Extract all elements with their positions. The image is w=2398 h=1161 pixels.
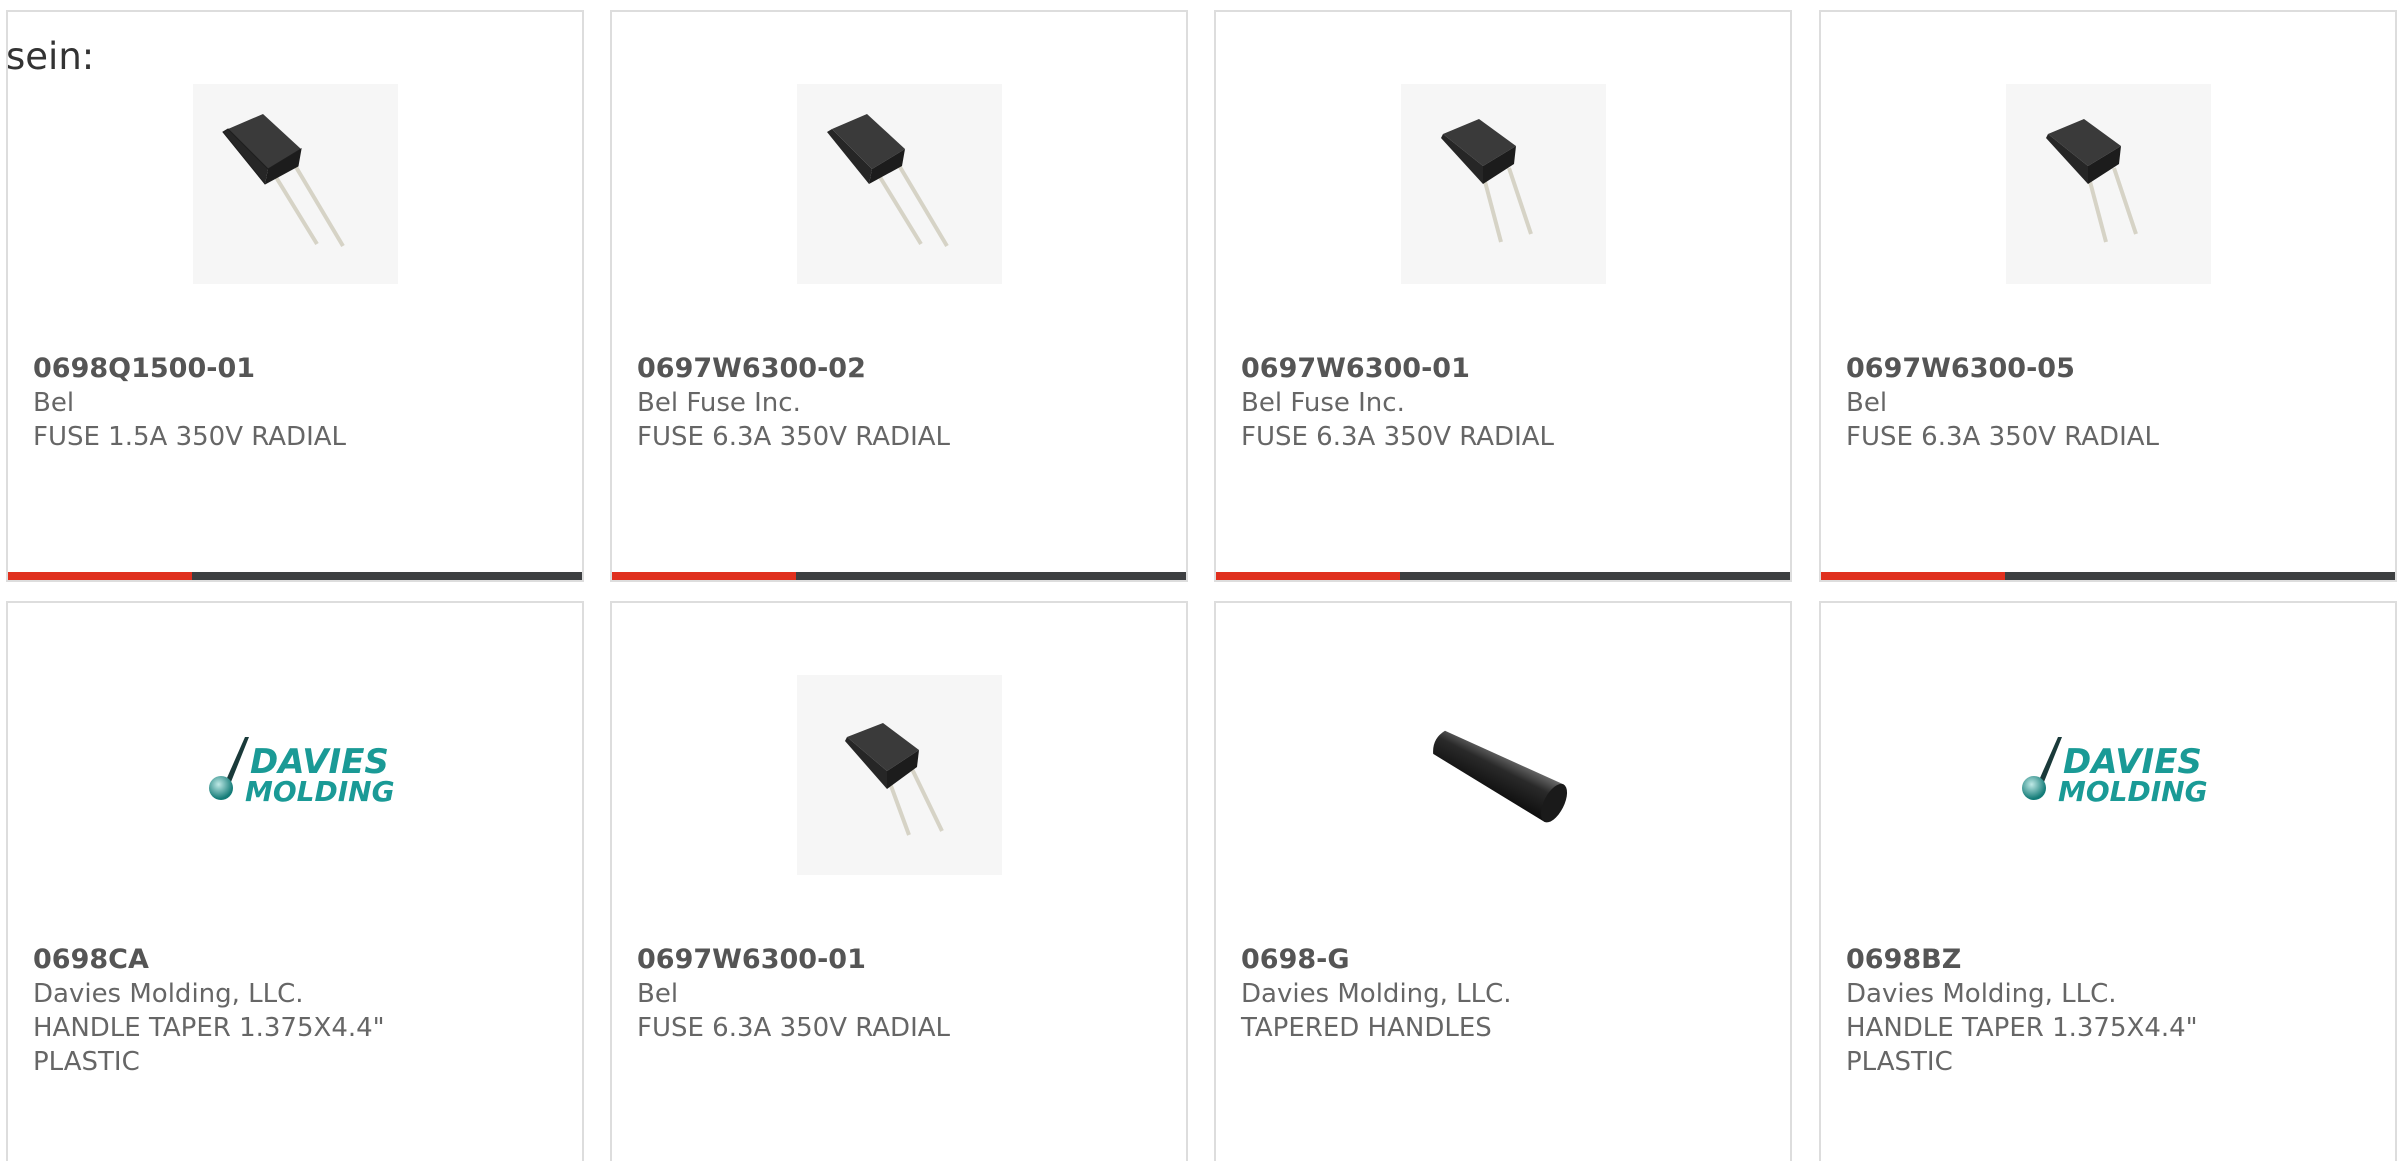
progress-bar — [1821, 572, 2395, 580]
description: FUSE 1.5A 350V RADIAL — [33, 422, 347, 452]
description-cont: PLASTIC — [1846, 1047, 1953, 1077]
intro-text: sein: — [6, 35, 95, 78]
description: FUSE 6.3A 350V RADIAL — [637, 1013, 951, 1043]
product-info: 0698-G Davies Molding, LLC. TAPERED HAND… — [1241, 943, 1770, 1045]
product-card[interactable]: 0697W6300-02 Bel Fuse Inc. FUSE 6.3A 350… — [610, 10, 1188, 582]
product-card[interactable]: DAVIES MOLDING 0698BZ Davies Molding, LL… — [1819, 601, 2397, 1161]
product-card[interactable]: 0698Q1500-01 Bel FUSE 1.5A 350V RADIAL — [6, 10, 584, 582]
fuse-image — [827, 114, 949, 248]
product-card[interactable]: 0697W6300-01 Bel Fuse Inc. FUSE 6.3A 350… — [1214, 10, 1792, 582]
product-info: 0697W6300-05 Bel FUSE 6.3A 350V RADIAL — [1846, 352, 2375, 454]
product-image[interactable] — [193, 84, 398, 284]
manufacturer: Bel — [33, 388, 75, 418]
description: TAPERED HANDLES — [1241, 1013, 1492, 1043]
product-card[interactable]: 0697W6300-05 Bel FUSE 6.3A 350V RADIAL — [1819, 10, 2397, 582]
fuse-image — [1441, 119, 1533, 243]
description: HANDLE TAPER 1.375X4.4" — [33, 1013, 385, 1043]
manufacturer: Bel Fuse Inc. — [1241, 388, 1405, 418]
product-info: 0698BZ Davies Molding, LLC. HANDLE TAPER… — [1846, 943, 2375, 1079]
progress-fill — [612, 572, 796, 580]
part-number[interactable]: 0698-G — [1241, 943, 1770, 977]
tapered-handle-image — [1433, 730, 1568, 823]
manufacturer: Davies Molding, LLC. — [33, 979, 304, 1009]
progress-fill — [1216, 572, 1400, 580]
progress-fill — [8, 572, 192, 580]
description-cont: PLASTIC — [33, 1047, 140, 1077]
manufacturer: Bel Fuse Inc. — [637, 388, 801, 418]
part-number[interactable]: 0698Q1500-01 — [33, 352, 562, 386]
part-number[interactable]: 0698BZ — [1846, 943, 2375, 977]
description: FUSE 6.3A 350V RADIAL — [1241, 422, 1555, 452]
manufacturer: Bel — [637, 979, 679, 1009]
progress-bar — [8, 572, 582, 580]
product-image[interactable]: DAVIES MOLDING — [193, 675, 398, 875]
davies-molding-logo: DAVIES MOLDING — [209, 737, 395, 808]
progress-bar — [612, 572, 1186, 580]
product-info: 0697W6300-02 Bel Fuse Inc. FUSE 6.3A 350… — [637, 352, 1166, 454]
product-info: 0697W6300-01 Bel Fuse Inc. FUSE 6.3A 350… — [1241, 352, 1770, 454]
part-number[interactable]: 0697W6300-01 — [637, 943, 1166, 977]
manufacturer: Davies Molding, LLC. — [1241, 979, 1512, 1009]
product-image[interactable] — [1401, 84, 1606, 284]
part-number[interactable]: 0697W6300-05 — [1846, 352, 2375, 386]
product-info: 0698Q1500-01 Bel FUSE 1.5A 350V RADIAL — [33, 352, 562, 454]
part-number[interactable]: 0697W6300-01 — [1241, 352, 1770, 386]
fuse-image — [222, 114, 345, 248]
logo-line2: MOLDING — [245, 775, 395, 808]
part-number[interactable]: 0697W6300-02 — [637, 352, 1166, 386]
manufacturer: Davies Molding, LLC. — [1846, 979, 2117, 1009]
product-info: 0697W6300-01 Bel FUSE 6.3A 350V RADIAL — [637, 943, 1166, 1045]
progress-bar — [1216, 572, 1790, 580]
davies-molding-logo: DAVIES MOLDING — [2022, 737, 2208, 808]
description: FUSE 6.3A 350V RADIAL — [1846, 422, 2160, 452]
manufacturer: Bel — [1846, 388, 1888, 418]
product-image[interactable] — [2006, 84, 2211, 284]
product-image[interactable] — [797, 675, 1002, 875]
logo-line2: MOLDING — [2058, 775, 2208, 808]
product-info: 0698CA Davies Molding, LLC. HANDLE TAPER… — [33, 943, 562, 1079]
product-image[interactable] — [1401, 675, 1606, 875]
fuse-image — [2046, 119, 2138, 243]
product-card[interactable]: DAVIES MOLDING 0698CA Davies Molding, LL… — [6, 601, 584, 1161]
description: FUSE 6.3A 350V RADIAL — [637, 422, 951, 452]
progress-fill — [1821, 572, 2005, 580]
part-number[interactable]: 0698CA — [33, 943, 562, 977]
product-card[interactable]: 0698-G Davies Molding, LLC. TAPERED HAND… — [1214, 601, 1792, 1161]
product-card[interactable]: 0697W6300-01 Bel FUSE 6.3A 350V RADIAL — [610, 601, 1188, 1161]
product-image[interactable] — [797, 84, 1002, 284]
fuse-image — [845, 723, 944, 836]
product-grid-page: sein: 0698Q1500-01 Bel FUSE 1.5A 350V RA… — [0, 0, 2398, 1161]
product-image[interactable]: DAVIES MOLDING — [2006, 675, 2211, 875]
description: HANDLE TAPER 1.375X4.4" — [1846, 1013, 2198, 1043]
